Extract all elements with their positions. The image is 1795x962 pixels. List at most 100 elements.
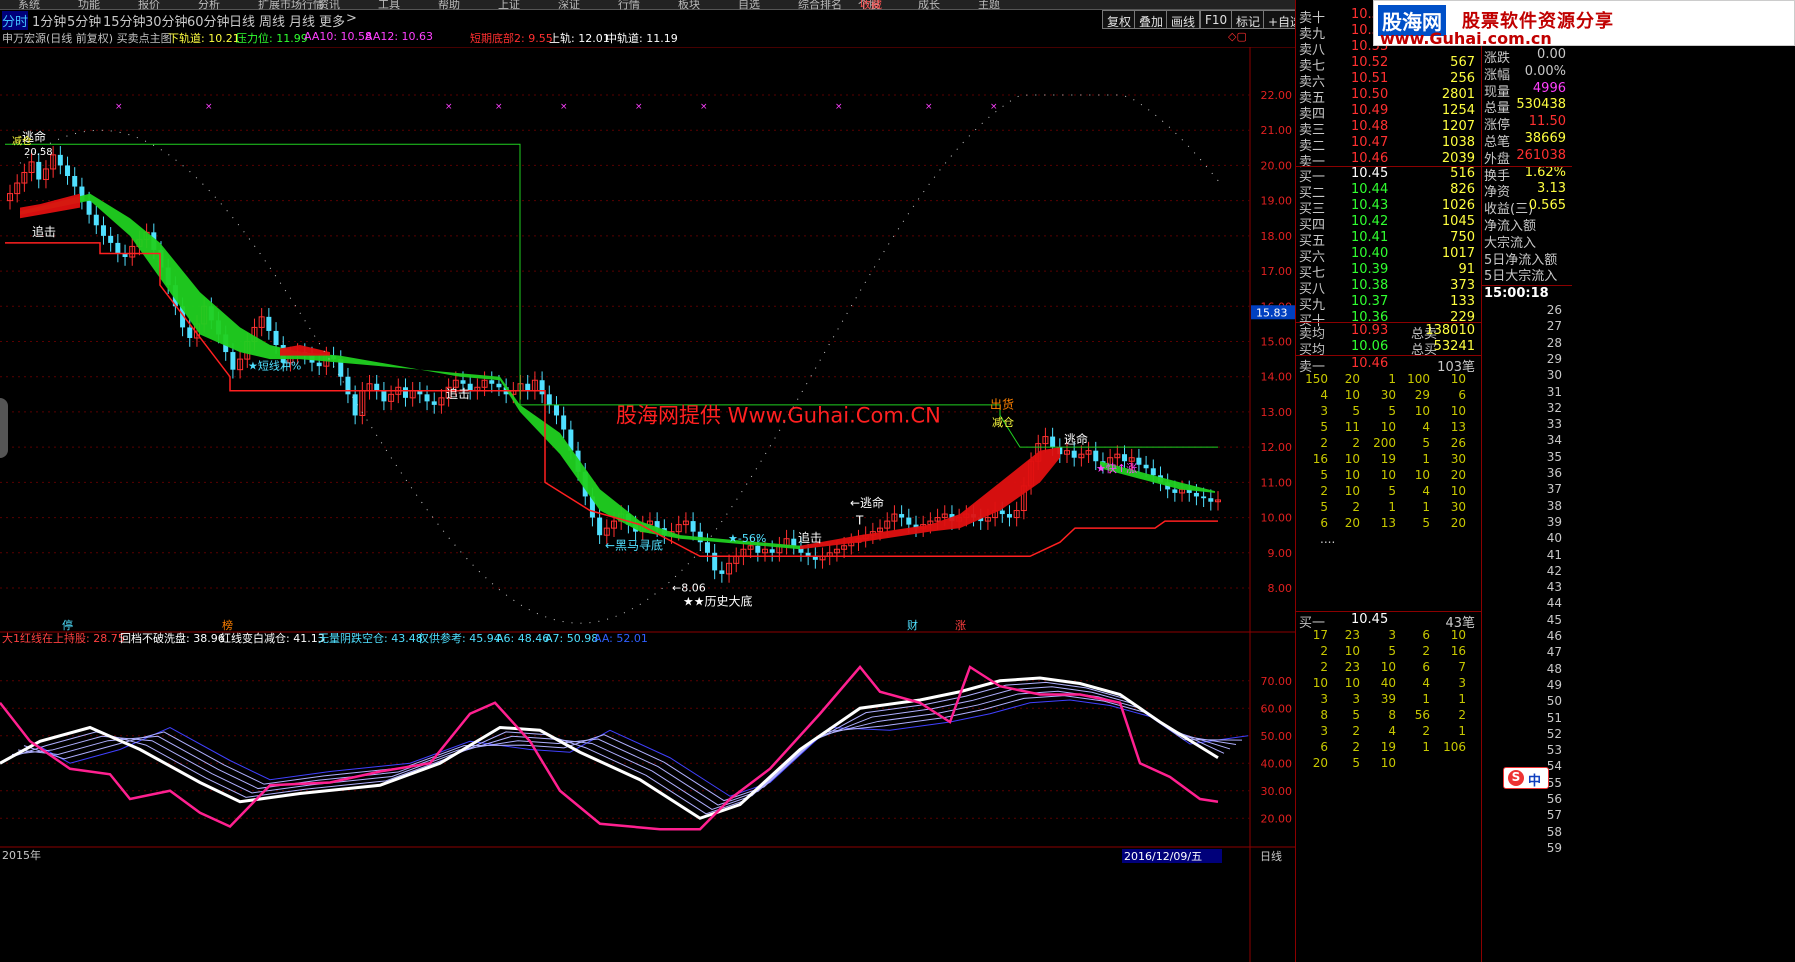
order-queue-row: 17 23 3 6 10 xyxy=(1296,628,1479,644)
candle-body xyxy=(1093,450,1099,462)
period-tab[interactable]: 分时 xyxy=(2,11,29,30)
order-queue-cell: 2 xyxy=(1320,484,1328,498)
quote-row[interactable]: 卖三 10.48 1207 xyxy=(1296,119,1481,138)
toolbar-button[interactable]: 复权 xyxy=(1102,10,1137,29)
stat-row: 总笔 38669 xyxy=(1482,131,1572,150)
toolbar-button[interactable]: 叠加 xyxy=(1134,10,1169,29)
order-queue-cell: 10 xyxy=(1344,676,1360,690)
total-buy-value: 53241 xyxy=(1433,339,1475,354)
order-queue-cell: 30 xyxy=(1380,388,1396,402)
order-queue-cell: 3 xyxy=(1320,404,1328,418)
quote-row[interactable]: 卖一 10.46 2039 xyxy=(1296,151,1481,170)
time-list-item: 40 xyxy=(1546,531,1562,546)
y-tick-label: 13.00 xyxy=(1261,406,1293,419)
y-tick-label: 17.00 xyxy=(1261,265,1293,278)
order-queue-row: 20 5 10 xyxy=(1296,756,1479,772)
period-tab[interactable]: 月线 xyxy=(289,11,315,30)
order-queue-row: 8 5 8 56 2 xyxy=(1296,708,1479,724)
stat-row: 涨幅 0.00% xyxy=(1482,63,1572,83)
quote-row[interactable]: 买三 10.43 1026 xyxy=(1296,198,1481,217)
period-tab[interactable]: 1分钟 xyxy=(32,11,66,30)
quote-volume: 1026 xyxy=(1441,198,1475,213)
quote-row[interactable]: 买六 10.40 1017 xyxy=(1296,246,1481,265)
candle-body xyxy=(381,390,387,402)
quote-row[interactable]: 卖五 10.50 2801 xyxy=(1296,87,1481,106)
stat-value: 0.00% xyxy=(1524,63,1566,79)
chart-area[interactable]: 22.0021.0020.0019.0018.0017.0016.0015.00… xyxy=(0,47,1295,962)
order-queue-cell: 4 xyxy=(1320,388,1328,402)
quote-row[interactable]: 买二 10.44 826 xyxy=(1296,182,1481,201)
stat-row: 净资 3.13 xyxy=(1482,181,1572,200)
toolbar-button[interactable]: F10 xyxy=(1200,10,1233,29)
quote-row[interactable]: 卖四 10.49 1254 xyxy=(1296,103,1481,122)
order-queue-row: 6 2 19 1 106 xyxy=(1296,740,1479,756)
order-queue-cell: 2 xyxy=(1422,644,1430,658)
order-queue-cell: 11 xyxy=(1344,420,1360,434)
period-tab[interactable]: 30分钟 xyxy=(145,11,188,30)
quote-price: 10.44 xyxy=(1351,182,1389,197)
stat-value: 261038 xyxy=(1516,147,1566,163)
quote-row[interactable]: 买五 10.41 750 xyxy=(1296,230,1481,249)
upper-track-value: 上轨: 12.01 xyxy=(549,32,610,45)
ime-mode: 中 xyxy=(1528,774,1542,789)
order-queue-cell: 5 xyxy=(1388,404,1396,418)
date-label: 2016/12/09/五 xyxy=(1124,850,1202,863)
event-mark: 涨 xyxy=(955,619,966,632)
left-panel-handle[interactable] xyxy=(0,398,8,458)
quote-row[interactable]: 买八 10.38 373 xyxy=(1296,278,1481,297)
period-tab[interactable]: 日线 xyxy=(229,11,255,30)
more-arrow-icon[interactable]: > xyxy=(346,11,357,26)
quote-panel: 卖十 10.55 卖九 10.54 卖八 10.53 卖七 10.52 567 卖六 10.51 25… xyxy=(1295,0,1481,962)
period-tab[interactable]: 60分钟 xyxy=(187,11,230,30)
quote-row[interactable]: 买七 10.39 91 xyxy=(1296,262,1481,281)
order-queue-cell: 2 xyxy=(1458,708,1466,722)
label-chase: 追击 xyxy=(446,386,470,401)
order-queue-cell: 1 xyxy=(1458,692,1466,706)
candle-body xyxy=(72,175,78,187)
order-queue-cell: 1 xyxy=(1458,724,1466,738)
stat-row: 涨停 11.50 xyxy=(1482,114,1572,133)
order-queue-cell: 10 xyxy=(1450,628,1466,642)
period-tab[interactable]: 周线 xyxy=(259,11,285,30)
order-queue-cell: 10 xyxy=(1344,484,1360,498)
window-controls-icon[interactable]: ◇▢ xyxy=(1228,30,1247,43)
kline-chart-svg[interactable]: 22.0021.0020.0019.0018.0017.0016.0015.00… xyxy=(0,47,1295,962)
order-queue-cell: 6 xyxy=(1422,660,1430,674)
order-queue-cell: 13 xyxy=(1380,516,1396,530)
pressure-value: 压力位: 11.99 xyxy=(236,32,308,45)
quote-row[interactable]: 买一 10.45 516 xyxy=(1296,166,1481,185)
indicator-legend: A6: 48.46 xyxy=(496,632,549,645)
quote-row[interactable]: 卖七 10.52 567 xyxy=(1296,55,1481,74)
quote-price: 10.43 xyxy=(1351,198,1389,213)
quote-row[interactable]: 卖六 10.51 256 xyxy=(1296,71,1481,90)
quote-row[interactable]: 买四 10.42 1045 xyxy=(1296,214,1481,233)
quote-row[interactable]: 卖二 10.47 1038 xyxy=(1296,135,1481,154)
ime-indicator[interactable]: S 中 xyxy=(1503,767,1549,789)
quote-volume: 2801 xyxy=(1441,87,1475,102)
lower-track-value: 下轨道: 10.21 xyxy=(168,32,240,45)
candle-body xyxy=(690,521,696,532)
clock-time: 15:00:18 xyxy=(1484,286,1549,301)
quote-volume: 256 xyxy=(1450,71,1475,86)
order-queue-cell: 29 xyxy=(1414,388,1430,402)
stat-label: 5日大宗流入 xyxy=(1484,269,1558,285)
order-queue-cell: 39 xyxy=(1380,692,1396,706)
toolbar-button[interactable]: 标记 xyxy=(1231,10,1266,29)
event-mark: 榜 xyxy=(222,618,233,632)
candle-body xyxy=(460,380,466,384)
toolbar-button[interactable]: 画线 xyxy=(1166,10,1201,29)
order-queue-row: 5 11 10 4 13 xyxy=(1296,420,1479,436)
buy1-header: 买一 10.45 43笔 xyxy=(1296,612,1481,631)
order-queue-cell: 5 xyxy=(1352,708,1360,722)
candle-body xyxy=(1136,457,1142,465)
quote-row[interactable]: 买九 10.37 133 xyxy=(1296,294,1481,313)
order-queue-cell: 10 xyxy=(1414,468,1430,482)
quote-volume: 1038 xyxy=(1441,135,1475,150)
order-queue-cell: 56 xyxy=(1414,708,1430,722)
order-queue-cell: 106 xyxy=(1443,740,1466,754)
period-tab[interactable]: 更多 xyxy=(319,11,345,30)
candle-body xyxy=(769,549,775,553)
order-queue-cell: 2 xyxy=(1320,436,1328,450)
period-tab[interactable]: 5分钟 xyxy=(67,11,101,30)
period-tab[interactable]: 15分钟 xyxy=(103,11,146,30)
